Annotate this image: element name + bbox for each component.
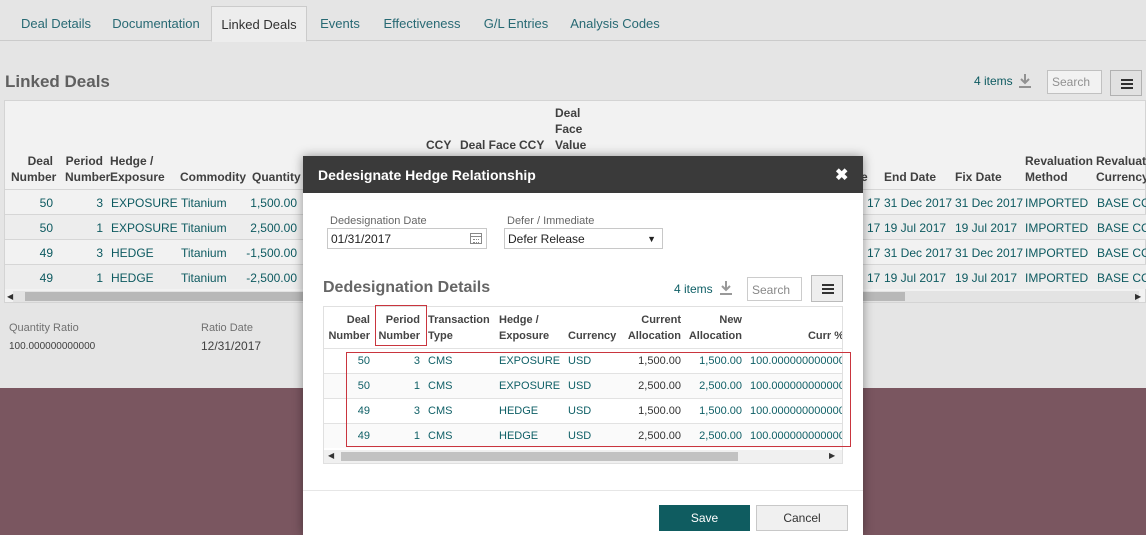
scroll-right-arrow-icon[interactable]: ▶ <box>829 451 835 460</box>
scrollbar-thumb[interactable] <box>341 452 738 461</box>
details-horizontal-scrollbar[interactable]: ◀ ▶ <box>324 450 842 463</box>
chevron-down-icon: ▼ <box>647 234 656 244</box>
dedesignate-modal: Dedesignate Hedge Relationship ✖ Dedesig… <box>303 156 863 535</box>
defer-immediate-value: Defer Release <box>508 232 585 246</box>
col-deal-number[interactable]: Deal Number <box>328 312 370 344</box>
defer-immediate-select[interactable]: Defer Release ▼ <box>504 228 663 249</box>
hamburger-menu-icon <box>822 284 834 294</box>
calendar-icon[interactable] <box>470 233 482 244</box>
col-transaction-type[interactable]: Transaction Type <box>428 312 490 344</box>
scroll-left-arrow-icon[interactable]: ◀ <box>328 451 334 460</box>
details-menu-button[interactable] <box>811 275 843 302</box>
download-icon[interactable] <box>719 280 733 296</box>
col-current-allocation[interactable]: Current Allocation <box>619 312 681 344</box>
defer-immediate-label: Defer / Immediate <box>507 215 595 227</box>
col-currency[interactable]: Currency <box>568 328 616 344</box>
details-search-input[interactable]: Search <box>747 277 802 301</box>
dedesignation-date-input[interactable]: 01/31/2017 <box>327 228 487 249</box>
col-curr-pct[interactable]: Curr % <box>774 328 842 344</box>
dedesignation-date-value: 01/31/2017 <box>331 232 392 246</box>
modal-header: Dedesignate Hedge Relationship ✖ <box>303 156 863 193</box>
close-icon[interactable]: ✖ <box>835 165 848 185</box>
dedesignation-date-label: Dedesignation Date <box>330 215 427 227</box>
save-button[interactable]: Save <box>659 505 750 531</box>
period-number-highlight <box>375 305 427 346</box>
modal-footer-divider <box>303 490 863 491</box>
dedesignation-details-title: Dedesignation Details <box>323 279 491 296</box>
col-hedge-exposure[interactable]: Hedge / Exposure <box>499 312 549 344</box>
col-new-allocation[interactable]: New Allocation <box>682 312 742 344</box>
rows-highlight <box>346 352 851 447</box>
cancel-button[interactable]: Cancel <box>756 505 848 531</box>
modal-title: Dedesignate Hedge Relationship <box>318 167 536 183</box>
details-items-count: 4 items <box>674 282 713 296</box>
